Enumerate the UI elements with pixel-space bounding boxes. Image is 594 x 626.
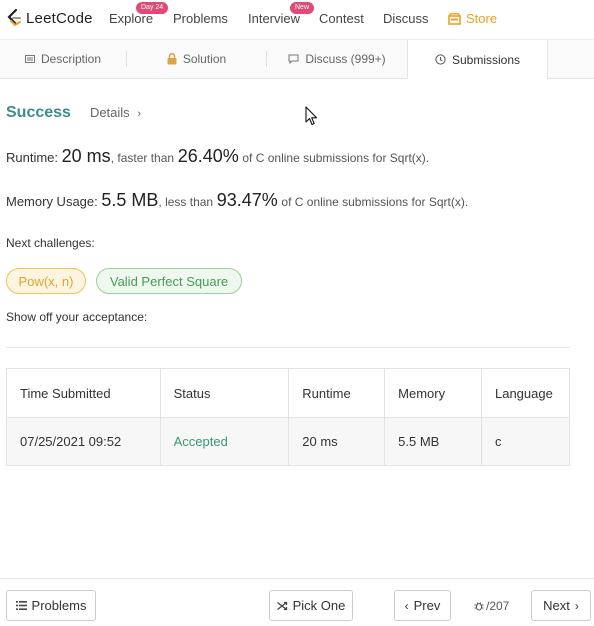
runtime-mid: , faster than (110, 151, 175, 165)
tab-description-label: Description (40, 52, 102, 66)
memory-mid: , less than (158, 195, 214, 209)
tab-solution-label: Solution (182, 52, 227, 66)
nav-discuss[interactable]: Discuss (383, 11, 429, 26)
problems-list-button[interactable]: Problems (6, 590, 96, 621)
nav-problems-label: Problems (173, 11, 228, 26)
memory-suffix: of C online submissions for Sqrt(x). (281, 195, 469, 209)
top-navbar: LeetCode Explore Day 24 Problems Intervi… (0, 0, 594, 40)
table-row: 07/25/2021 09:52 Accepted 20 ms 5.5 MB c (6, 417, 571, 466)
details-label: Details (89, 105, 130, 120)
nav-store[interactable]: Store (448, 11, 497, 26)
problem-counter-text: /207 (486, 599, 510, 613)
chevron-right-icon: › (574, 598, 579, 613)
memory-value: 5.5 MB (101, 190, 159, 210)
comment-icon (288, 54, 299, 64)
lock-icon (167, 53, 177, 65)
nav-interview[interactable]: Interview New (248, 2, 315, 26)
problem-counter[interactable]: /207 (474, 599, 509, 613)
column-header: Time Submitted (6, 368, 161, 418)
tab-discuss[interactable]: Discuss (999+) (267, 40, 407, 78)
column-header: Status (159, 368, 290, 418)
table-header-row: Time Submitted Status Runtime Memory Lan… (6, 368, 571, 418)
tab-discuss-label: Discuss (999+) (305, 52, 386, 66)
bug-icon (474, 602, 484, 611)
memory-cell: 5.5 MB (384, 417, 482, 466)
column-header: Memory (384, 368, 482, 418)
runtime-value: 20 ms (61, 146, 111, 166)
clock-icon (435, 54, 446, 65)
runtime-suffix: of C online submissions for Sqrt(x). (242, 151, 430, 165)
runtime-line: Runtime: 20 ms, faster than 26.40% of C … (6, 146, 429, 167)
runtime-percentile: 26.40% (177, 146, 239, 166)
column-header: Language (480, 368, 571, 418)
divider (6, 347, 570, 348)
pick-one-label: Pick One (292, 598, 346, 613)
mouse-cursor-icon (305, 106, 318, 126)
show-off-label: Show off your acceptance: (6, 310, 148, 324)
prev-label: Prev (413, 598, 441, 613)
nav-contest[interactable]: Contest (319, 11, 364, 26)
nav-contest-label: Contest (319, 11, 364, 26)
runtime-cell: 20 ms (288, 417, 386, 466)
runtime-prefix: Runtime: (6, 150, 59, 165)
tab-submissions[interactable]: Submissions (407, 40, 548, 79)
status-cell[interactable]: Accepted (159, 417, 290, 466)
nav-store-label: Store (466, 11, 498, 26)
challenge-pow[interactable]: Pow(x, n) (6, 268, 86, 294)
challenge-valid-perfect-square[interactable]: Valid Perfect Square (96, 268, 242, 294)
chevron-right-icon: › (137, 108, 141, 120)
leetcode-logo-icon (7, 8, 21, 27)
document-icon (24, 55, 35, 63)
result-header: Success Details › (6, 104, 141, 122)
chevron-left-icon: ‹ (404, 598, 409, 613)
prev-button[interactable]: ‹ Prev (394, 590, 451, 621)
leetcode-logo[interactable]: LeetCode (5, 8, 93, 28)
next-challenges-label: Next challenges: (6, 236, 95, 250)
language-cell: c (480, 417, 571, 466)
memory-percentile: 93.47% (216, 190, 278, 210)
problems-button-label: Problems (31, 598, 87, 613)
shuffle-icon (276, 601, 287, 610)
day-badge: Day 24 (136, 2, 169, 14)
tab-submissions-label: Submissions (451, 52, 521, 67)
tab-description[interactable]: Description (0, 40, 126, 78)
nav-explore[interactable]: Explore Day 24 (109, 2, 169, 26)
column-header: Runtime (288, 368, 386, 418)
next-button[interactable]: Next › (531, 590, 591, 621)
details-link[interactable]: Details › (90, 105, 141, 120)
pick-one-button[interactable]: Pick One (269, 590, 353, 621)
nav-problems[interactable]: Problems (173, 11, 228, 26)
problem-tabs: Description Solution Discuss (999+) Subm… (0, 40, 594, 79)
memory-prefix: Memory Usage: (6, 194, 98, 209)
submissions-table: Time Submitted Status Runtime Memory Lan… (6, 368, 571, 466)
new-badge: New (290, 2, 315, 14)
time-submitted-cell: 07/25/2021 09:52 (6, 417, 161, 466)
nav-discuss-label: Discuss (383, 11, 429, 26)
next-label: Next (543, 598, 570, 613)
store-icon (448, 12, 461, 25)
brand-name: LeetCode (26, 9, 93, 27)
list-icon (15, 601, 27, 610)
memory-line: Memory Usage: 5.5 MB, less than 93.47% o… (6, 190, 468, 211)
result-status: Success (6, 104, 71, 121)
tab-solution[interactable]: Solution (127, 40, 266, 78)
